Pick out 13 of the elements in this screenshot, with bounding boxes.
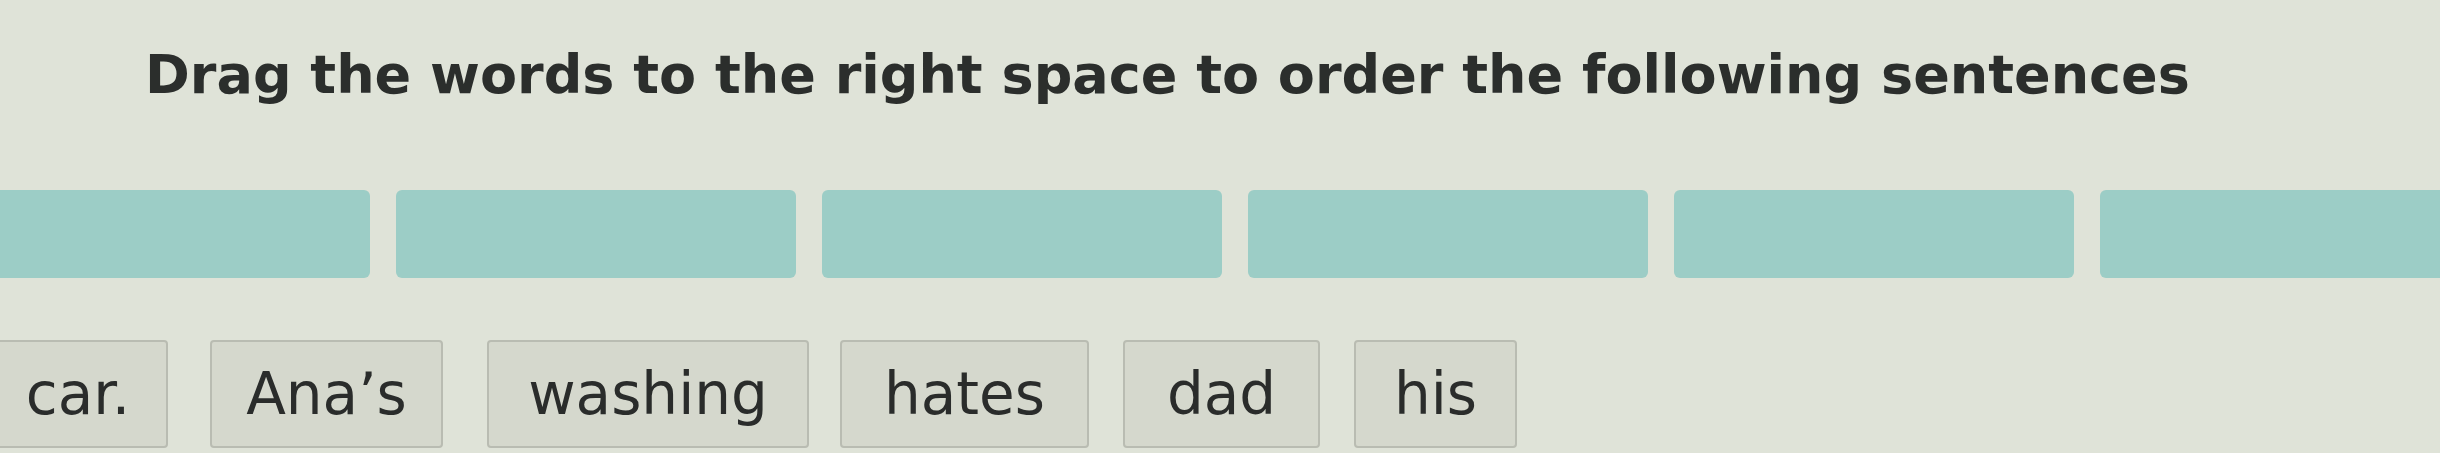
drop-slot[interactable] — [1248, 190, 1648, 278]
word-tile[interactable]: hates — [840, 340, 1089, 448]
drop-slot[interactable] — [2100, 190, 2440, 278]
word-tile[interactable]: washing — [487, 340, 809, 448]
word-tile[interactable]: dad — [1123, 340, 1320, 448]
drop-slot[interactable] — [396, 190, 796, 278]
drop-slot[interactable] — [1674, 190, 2074, 278]
word-tile[interactable]: car. — [0, 340, 168, 448]
word-tile[interactable]: Ana’s — [210, 340, 443, 448]
instruction-heading: Drag the words to the right space to order the following sentences — [144, 42, 2191, 108]
drop-slot[interactable] — [822, 190, 1222, 278]
drop-slot[interactable] — [0, 190, 370, 278]
word-tile[interactable]: his — [1354, 340, 1517, 448]
